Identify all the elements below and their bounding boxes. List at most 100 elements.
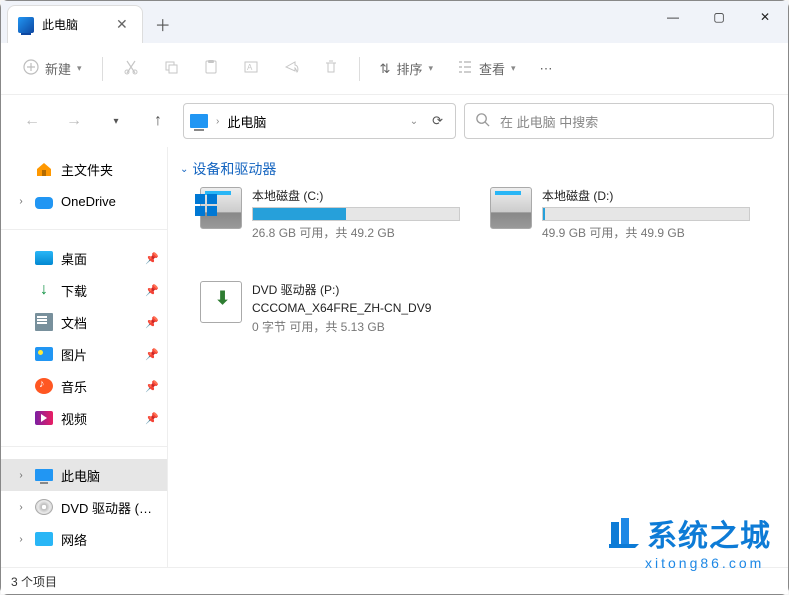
- cut-icon: [123, 59, 139, 78]
- status-bar: 3 个项目: [1, 567, 788, 594]
- search-icon: [475, 112, 490, 130]
- up-button[interactable]: ↑: [141, 104, 175, 138]
- drive-title: 本地磁盘 (D:): [542, 187, 750, 204]
- new-tab-button[interactable]: ＋: [143, 5, 183, 43]
- share-button[interactable]: [273, 53, 309, 84]
- navigation-sidebar: 主文件夹 › OneDrive 桌面 📌 ↓ 下载 📌 文档📌图片📌 音乐 📌 视频📌 › 此电…: [1, 147, 168, 567]
- drive-usage-bar: [252, 207, 460, 221]
- drive-item[interactable]: 本地磁盘 (D:) 49.9 GB 可用，共 49.9 GB: [490, 187, 750, 241]
- sidebar-item-label: 主文件夹: [61, 160, 159, 179]
- address-bar[interactable]: › 此电脑 ⌄ ⟳: [183, 103, 456, 139]
- chevron-right-icon[interactable]: ›: [15, 470, 27, 481]
- copy-button[interactable]: [153, 53, 189, 84]
- close-tab-icon[interactable]: ✕: [116, 16, 128, 33]
- minimize-button[interactable]: —: [650, 1, 696, 33]
- sidebar-item-label: 下载: [61, 281, 137, 300]
- sidebar-item-onedrive[interactable]: › OneDrive: [1, 185, 167, 217]
- share-icon: [283, 59, 299, 78]
- paste-button[interactable]: [193, 53, 229, 84]
- sidebar-item-quick[interactable]: 图片📌: [1, 338, 167, 370]
- plus-circle-icon: [23, 59, 39, 78]
- sidebar-item-quick[interactable]: ↓ 下载 📌: [1, 274, 167, 306]
- drive-icon: [490, 187, 532, 229]
- sidebar-item-this-pc[interactable]: › 此电脑: [1, 459, 167, 491]
- this-pc-icon: [18, 17, 34, 33]
- home-icon: [35, 160, 53, 178]
- sort-icon: ⇅: [380, 61, 391, 77]
- pin-icon: 📌: [145, 380, 159, 393]
- desktop-icon: [35, 251, 53, 265]
- sidebar-item-label: OneDrive: [61, 194, 159, 209]
- chevron-right-icon: ›: [216, 116, 219, 127]
- pin-icon: 📌: [145, 284, 159, 297]
- cut-button[interactable]: [113, 53, 149, 84]
- this-pc-icon: [190, 114, 208, 128]
- sidebar-item-quick[interactable]: 视频📌: [1, 402, 167, 434]
- view-icon: [457, 59, 473, 78]
- chevron-right-icon[interactable]: ›: [15, 534, 27, 545]
- group-header-devices[interactable]: ⌄ 设备和驱动器: [180, 155, 776, 187]
- chevron-down-icon[interactable]: ⌄: [410, 116, 418, 127]
- tab-this-pc[interactable]: 此电脑 ✕: [7, 5, 143, 43]
- more-button[interactable]: ⋯: [530, 55, 563, 83]
- cloud-icon: [35, 197, 53, 209]
- sidebar-item-dvd[interactable]: › DVD 驱动器 (P:) CCCOMA_X64F…: [1, 491, 167, 523]
- new-button[interactable]: 新建 ▾: [13, 53, 92, 84]
- picture-icon: [35, 347, 53, 361]
- sort-button[interactable]: ⇅ 排序 ▾: [370, 53, 443, 84]
- sidebar-item-label: 此电脑: [61, 466, 159, 485]
- separator: [359, 57, 360, 81]
- drive-item[interactable]: 本地磁盘 (C:)26.8 GB 可用，共 49.2 GB: [200, 187, 460, 241]
- drive-stats: 0 字节 可用，共 5.13 GB: [252, 318, 460, 335]
- recent-locations-button[interactable]: ▾: [99, 104, 133, 138]
- svg-text:A: A: [247, 63, 253, 72]
- body: 主文件夹 › OneDrive 桌面 📌 ↓ 下载 📌 文档📌图片📌 音乐 📌 视频📌 › 此电…: [1, 147, 788, 567]
- sidebar-item-label: 桌面: [61, 249, 137, 268]
- chevron-right-icon[interactable]: ›: [15, 502, 27, 513]
- video-icon: [35, 411, 53, 425]
- search-placeholder: 在 此电脑 中搜索: [500, 112, 598, 131]
- forward-button[interactable]: →: [57, 104, 91, 138]
- back-button[interactable]: ←: [15, 104, 49, 138]
- music-icon: [35, 378, 53, 394]
- download-icon: ↓: [35, 281, 53, 299]
- drive-title: DVD 驱动器 (P:): [252, 281, 460, 298]
- chevron-right-icon[interactable]: ›: [15, 196, 27, 207]
- content-area: ⌄ 设备和驱动器 本地磁盘 (C:)26.8 GB 可用，共 49.2 GB本地…: [168, 147, 788, 567]
- drive-subtitle: CCCOMA_X64FRE_ZH-CN_DV9: [252, 301, 460, 315]
- command-toolbar: 新建 ▾ A ⇅ 排序 ▾ 查看 ▾ ⋯: [1, 43, 788, 95]
- this-pc-icon: [35, 469, 53, 481]
- rename-button[interactable]: A: [233, 53, 269, 84]
- window-controls: — ▢ ✕: [650, 1, 788, 33]
- copy-icon: [163, 59, 179, 78]
- sidebar-item-label: 视频: [61, 409, 137, 428]
- sidebar-item-label: 图片: [61, 345, 137, 364]
- network-icon: [35, 532, 53, 546]
- rename-icon: A: [243, 59, 259, 78]
- refresh-button[interactable]: ⟳: [426, 113, 449, 129]
- chevron-down-icon: ▾: [511, 63, 516, 74]
- sort-label: 排序: [396, 59, 422, 78]
- sidebar-item-network[interactable]: › 网络: [1, 523, 167, 555]
- sidebar-item-quick[interactable]: 桌面 📌: [1, 242, 167, 274]
- view-button[interactable]: 查看 ▾: [447, 53, 526, 84]
- separator: [102, 57, 103, 81]
- sidebar-item-label: 文档: [61, 313, 137, 332]
- group-title: 设备和驱动器: [192, 159, 276, 179]
- drive-usage-bar: [542, 207, 750, 221]
- breadcrumb[interactable]: 此电脑: [227, 112, 266, 131]
- maximize-button[interactable]: ▢: [696, 1, 742, 33]
- item-count: 3 个项目: [11, 573, 57, 590]
- sidebar-item-label: 音乐: [61, 377, 137, 396]
- delete-button[interactable]: [313, 53, 349, 84]
- drive-stats: 49.9 GB 可用，共 49.9 GB: [542, 224, 750, 241]
- drive-item[interactable]: DVD 驱动器 (P:) CCCOMA_X64FRE_ZH-CN_DV9 0 字节 …: [200, 281, 460, 335]
- close-window-button[interactable]: ✕: [742, 1, 788, 33]
- drive-title: 本地磁盘 (C:): [252, 187, 460, 204]
- paste-icon: [203, 59, 219, 78]
- sidebar-item-quick[interactable]: 文档📌: [1, 306, 167, 338]
- pin-icon: 📌: [145, 252, 159, 265]
- sidebar-item-home[interactable]: 主文件夹: [1, 153, 167, 185]
- search-input[interactable]: 在 此电脑 中搜索: [464, 103, 774, 139]
- sidebar-item-quick[interactable]: 音乐 📌: [1, 370, 167, 402]
